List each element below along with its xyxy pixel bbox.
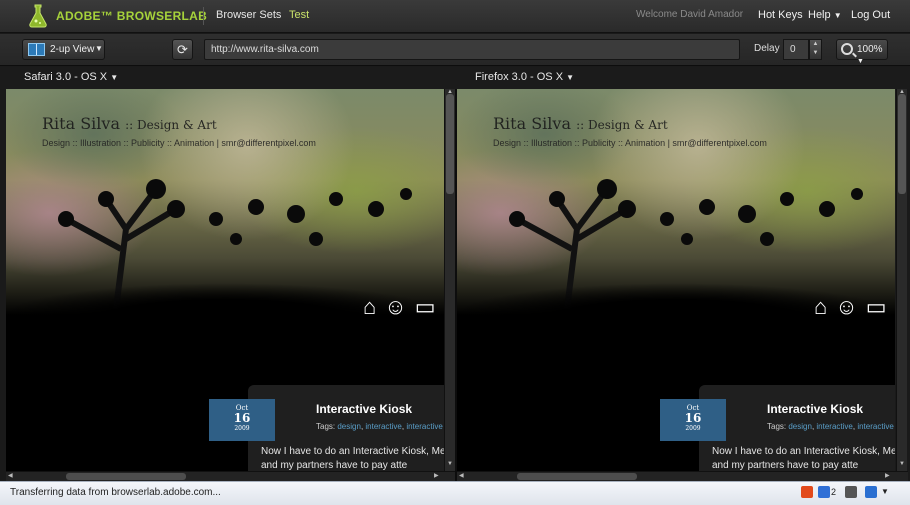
post-tags: Tags: design, interactive, interactive xyxy=(316,422,443,431)
view-mode-label: 2-up View xyxy=(50,44,95,55)
right-browser-label: Firefox 3.0 - OS X xyxy=(475,71,564,83)
site-title: Rita Silva :: Design & Art xyxy=(493,114,668,133)
refresh-button[interactable]: ⟳ xyxy=(172,39,193,60)
header-divider xyxy=(203,7,204,25)
site-title-name: Rita Silva xyxy=(493,114,571,133)
post-title[interactable]: Interactive Kiosk xyxy=(767,402,863,416)
left-browser-selector[interactable]: Safari 3.0 - OS X ▼ xyxy=(24,71,118,83)
left-horizontal-scrollbar[interactable]: ◀ ▶ xyxy=(6,471,455,481)
site-title: Rita Silva :: Design & Art xyxy=(42,114,217,133)
zoom-dropdown[interactable]: 100% ▼ xyxy=(836,39,888,65)
delay-label: Delay xyxy=(754,43,780,54)
status-text: Transferring data from browserlab.adobe.… xyxy=(10,487,221,498)
scrollbar-thumb[interactable] xyxy=(66,473,186,480)
chevron-down-icon: ▼ xyxy=(833,11,842,20)
scrollbar-thumb[interactable] xyxy=(898,94,906,194)
logout-link[interactable]: Log Out xyxy=(851,9,890,21)
zoom-icon xyxy=(841,43,853,55)
site-title-name: Rita Silva xyxy=(42,114,120,133)
chevron-down-icon: ▼ xyxy=(566,73,575,82)
post-date: Oct 16 2009 xyxy=(209,399,275,441)
nav-browser-sets[interactable]: Browser Sets xyxy=(216,9,281,21)
chevron-down-icon: ▼ xyxy=(95,44,103,53)
url-input[interactable]: http://www.rita-silva.com xyxy=(204,39,740,60)
right-browser-selector[interactable]: Firefox 3.0 - OS X ▼ xyxy=(475,71,574,83)
site-title-suffix: :: Design & Art xyxy=(576,118,668,132)
chevron-down-icon[interactable]: ▼ xyxy=(899,461,905,467)
extension-icon[interactable] xyxy=(865,486,877,498)
notification-count: 2 xyxy=(831,487,837,497)
help-menu[interactable]: Help ▼ xyxy=(808,9,842,21)
view-mode-dropdown[interactable]: 2-up View ▼ xyxy=(22,39,105,60)
two-up-view-icon xyxy=(28,43,45,56)
chevron-down-icon[interactable]: ▼ xyxy=(810,49,821,58)
nav-test[interactable]: Test xyxy=(289,9,309,21)
post-year: 2009 xyxy=(234,425,250,432)
help-label: Help xyxy=(808,9,831,21)
browser-status-bar: Transferring data from browserlab.adobe.… xyxy=(0,481,910,505)
welcome-text: Welcome David Amador xyxy=(636,9,744,20)
right-horizontal-scrollbar[interactable]: ◀ ▶ xyxy=(457,471,908,481)
chevron-down-icon[interactable]: ▼ xyxy=(881,487,889,496)
chevron-left-icon[interactable]: ◀ xyxy=(459,472,464,479)
tag-link[interactable]: design xyxy=(788,422,812,431)
brand-logo: ADOBE™ BROWSERLAB xyxy=(56,9,208,23)
refresh-icon: ⟳ xyxy=(177,42,188,57)
site-nav-icons[interactable]: ⌂☺▭ xyxy=(363,294,444,320)
hot-keys-link[interactable]: Hot Keys xyxy=(758,9,803,21)
left-preview-pane[interactable]: Rita Silva :: Design & Art Design :: Ill… xyxy=(6,89,444,481)
chat-icon[interactable] xyxy=(818,486,830,498)
zoom-value: 100% xyxy=(857,44,883,55)
chevron-right-icon[interactable]: ▶ xyxy=(434,472,439,479)
site-nav-icons[interactable]: ⌂☺▭ xyxy=(814,294,895,320)
site-subtitle: Design :: Illustration :: Publicity :: A… xyxy=(42,138,316,148)
chevron-up-icon[interactable]: ▲ xyxy=(810,40,821,49)
pane-divider[interactable] xyxy=(455,89,457,481)
post-day: 16 xyxy=(233,411,251,425)
post-tags: Tags: design, interactive, interactive xyxy=(767,422,894,431)
tag-link[interactable]: design xyxy=(337,422,361,431)
right-vertical-scrollbar[interactable]: ▲ ▼ xyxy=(896,89,907,471)
tag-link[interactable]: interactive xyxy=(816,422,852,431)
left-browser-label: Safari 3.0 - OS X xyxy=(24,71,108,83)
post-day: 16 xyxy=(684,411,702,425)
flask-icon xyxy=(29,4,47,28)
chevron-down-icon: ▼ xyxy=(110,73,119,82)
app-header: ADOBE™ BROWSERLAB Browser Sets Test Welc… xyxy=(0,0,910,33)
chevron-down-icon: ▼ xyxy=(857,58,864,65)
chevron-right-icon[interactable]: ▶ xyxy=(885,472,890,479)
post-body: Now I have to do an Interactive Kiosk, M… xyxy=(261,446,444,471)
bug-icon[interactable] xyxy=(845,486,857,498)
delay-stepper[interactable]: ▲ ▼ xyxy=(809,39,822,60)
tag-link[interactable]: interactive xyxy=(857,422,893,431)
app-window: ADOBE™ BROWSERLAB Browser Sets Test Welc… xyxy=(0,0,910,505)
post-body: Now I have to do an Interactive Kiosk, M… xyxy=(712,446,895,471)
site-title-suffix: :: Design & Art xyxy=(125,118,217,132)
left-vertical-scrollbar[interactable]: ▲ ▼ xyxy=(444,89,455,471)
chevron-down-icon[interactable]: ▼ xyxy=(447,461,453,467)
tags-label: Tags: xyxy=(316,422,336,431)
delay-input[interactable]: 0 xyxy=(783,39,809,60)
scrollbar-thumb[interactable] xyxy=(517,473,637,480)
right-preview-pane[interactable]: Rita Silva :: Design & Art Design :: Ill… xyxy=(457,89,895,481)
post-year: 2009 xyxy=(685,425,701,432)
tag-link[interactable]: interactive xyxy=(406,422,442,431)
chevron-left-icon[interactable]: ◀ xyxy=(8,472,13,479)
site-subtitle: Design :: Illustration :: Publicity :: A… xyxy=(493,138,767,148)
post-title[interactable]: Interactive Kiosk xyxy=(316,402,412,416)
tags-label: Tags: xyxy=(767,422,787,431)
tag-link[interactable]: interactive xyxy=(365,422,401,431)
toolbar: 2-up View ▼ ⟳ http://www.rita-silva.com … xyxy=(0,34,910,66)
browser-selector-row: Safari 3.0 - OS X ▼ Firefox 3.0 - OS X ▼ xyxy=(0,67,910,89)
alert-icon[interactable] xyxy=(801,486,813,498)
post-date: Oct 16 2009 xyxy=(660,399,726,441)
scrollbar-thumb[interactable] xyxy=(446,94,454,194)
